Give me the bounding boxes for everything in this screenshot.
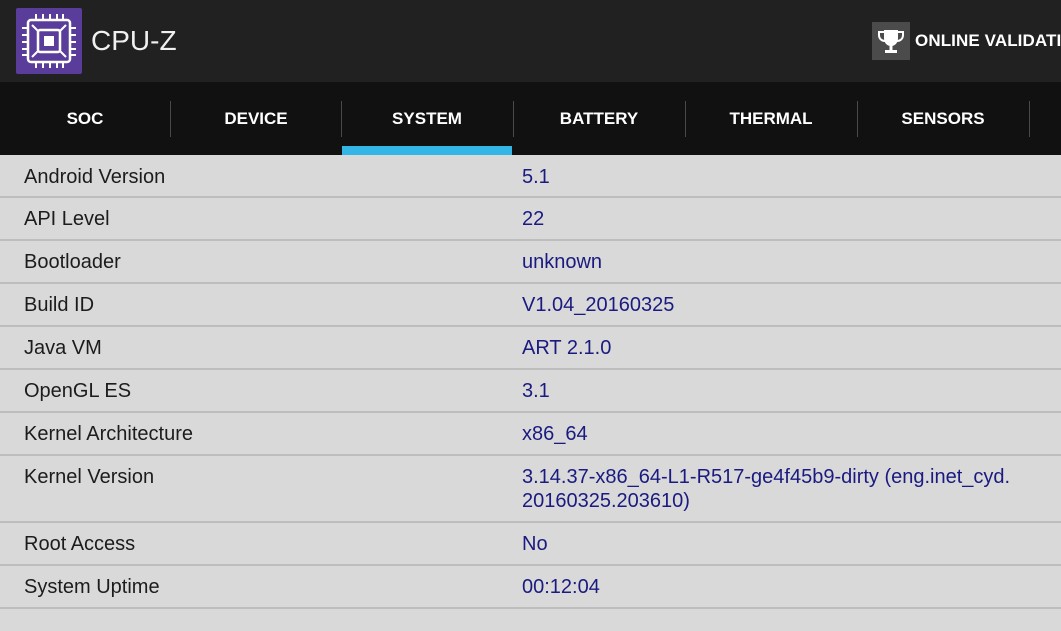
list-item: API Level 22 — [0, 198, 1061, 241]
online-validation-label: ONLINE VALIDATIO — [915, 31, 1061, 50]
tab-device[interactable]: DEVICE — [171, 82, 341, 155]
list-item: Android Version 5.1 — [0, 155, 1061, 198]
tab-bar: SOC DEVICE SYSTEM BATTERY THERMAL SENSOR… — [0, 82, 1061, 155]
tab-label: THERMAL — [729, 108, 813, 128]
cpuz-app: CPU-Z ONLINE VALIDATIO SOC DEVICE SYSTEM… — [0, 0, 1061, 631]
list-item: Java VM ART 2.1.0 — [0, 327, 1061, 370]
row-label: API Level — [24, 208, 110, 230]
tab-label: SYSTEM — [392, 108, 462, 128]
action-bar: CPU-Z ONLINE VALIDATIO — [0, 0, 1061, 82]
row-label: OpenGL ES — [24, 380, 132, 402]
row-value: x86_64 — [522, 423, 588, 445]
tab-thermal[interactable]: THERMAL — [686, 82, 856, 155]
list-item: Bootloader unknown — [0, 241, 1061, 284]
list-item: System Uptime 00:12:04 — [0, 566, 1061, 609]
row-value: ART 2.1.0 — [522, 337, 612, 359]
tab-soc[interactable]: SOC — [0, 82, 170, 155]
list-item: Kernel Architecture x86_64 — [0, 413, 1061, 456]
row-value: 22 — [522, 208, 545, 230]
selected-tab-indicator — [342, 146, 512, 155]
tab-divider — [1029, 101, 1030, 137]
row-value: V1.04_20160325 — [522, 294, 675, 316]
tab-system[interactable]: SYSTEM — [342, 82, 512, 155]
row-label: Java VM — [24, 337, 102, 359]
tab-label: SENSORS — [901, 108, 985, 128]
row-label: Build ID — [24, 294, 95, 316]
row-label: Kernel Architecture — [24, 423, 193, 445]
row-value: 3.14.37-x86_64-L1-R517-ge4f45b9-dirty (e… — [522, 466, 1011, 512]
online-validation-button[interactable]: ONLINE VALIDATIO — [872, 22, 1061, 60]
list-item: Root Access No — [0, 523, 1061, 566]
system-info-list[interactable]: Android Version 5.1 API Level 22 Bootloa… — [0, 155, 1061, 631]
row-value: 3.1 — [522, 380, 550, 402]
row-value: 5.1 — [522, 166, 550, 188]
tab-label: DEVICE — [224, 108, 288, 128]
list-item: OpenGL ES 3.1 — [0, 370, 1061, 413]
tab-battery[interactable]: BATTERY — [514, 82, 684, 155]
list-item: Kernel Version 3.14.37-x86_64-L1-R517-ge… — [0, 456, 1061, 523]
row-label: Kernel Version — [24, 466, 155, 488]
row-value: No — [522, 533, 548, 555]
row-label: System Uptime — [24, 576, 160, 598]
tab-sensors[interactable]: SENSORS — [858, 82, 1028, 155]
row-label: Android Version — [24, 166, 166, 188]
list-item: Build ID V1.04_20160325 — [0, 284, 1061, 327]
row-value: 00:12:04 — [522, 576, 600, 598]
row-label: Bootloader — [24, 251, 121, 273]
row-label: Root Access — [24, 533, 136, 555]
trophy-icon — [872, 22, 910, 60]
row-value: unknown — [522, 251, 603, 273]
app-title: CPU-Z — [91, 25, 177, 56]
tab-label: BATTERY — [559, 108, 639, 128]
cpu-chip-icon[interactable] — [16, 8, 82, 74]
tab-label: SOC — [66, 108, 104, 128]
